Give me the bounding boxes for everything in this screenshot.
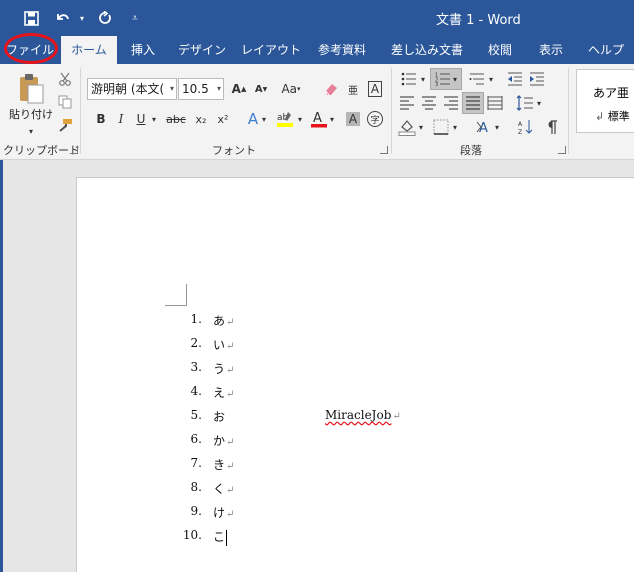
paragraph-launcher-icon[interactable]	[558, 146, 566, 154]
tab-home[interactable]: ホーム	[61, 36, 117, 64]
paragraph-mark-icon: ↵	[226, 317, 235, 328]
group-separator	[568, 68, 569, 154]
clipboard-group-label: クリップボード	[3, 144, 80, 157]
multilevel-list-icon[interactable]	[466, 68, 488, 90]
group-separator	[80, 68, 81, 154]
style-sample: あア亜	[593, 86, 630, 100]
tab-mailings[interactable]: 差し込み文書	[384, 36, 470, 64]
italic-button[interactable]: I	[110, 108, 132, 130]
change-case-button[interactable]: Aa ▾	[276, 78, 306, 100]
clear-formatting-icon[interactable]	[320, 78, 342, 100]
tab-design[interactable]: デザイン	[174, 36, 230, 64]
ribbon-tabs: ファイル ホーム 挿入 デザイン レイアウト 参考資料 差し込み文書 校閲 表示…	[0, 36, 634, 64]
shrink-font-icon[interactable]: A ▼	[250, 78, 272, 100]
paragraph-mark-icon: ↵	[226, 509, 235, 520]
tab-layout[interactable]: レイアウト	[240, 36, 302, 64]
title-bar: ▾ ⩡ 文書 1 - Word	[0, 0, 634, 36]
shading-icon[interactable]	[396, 116, 418, 138]
left-edge-accent	[0, 160, 3, 572]
undo-icon[interactable]	[50, 5, 76, 31]
font-color-dropdown-icon[interactable]: ▾	[326, 108, 338, 130]
tab-file[interactable]: ファイル	[3, 36, 57, 64]
distributed-icon[interactable]	[484, 92, 506, 114]
numbering-icon[interactable]: 123 ▾	[430, 68, 462, 90]
show-hide-marks-icon[interactable]	[540, 116, 562, 138]
customize-icon[interactable]: ⩡	[122, 5, 148, 31]
justify-icon[interactable]	[462, 92, 484, 114]
group-separator	[391, 68, 392, 154]
font-name-combo[interactable]: 游明朝 (本文(▾	[87, 78, 177, 100]
bold-button[interactable]: B	[90, 108, 112, 130]
character-border-icon[interactable]: A	[364, 78, 386, 100]
paragraph-mark-icon: ↵	[226, 437, 235, 448]
align-right-icon[interactable]	[440, 92, 462, 114]
grow-font-icon[interactable]: A ▲	[228, 78, 250, 100]
save-icon[interactable]	[18, 5, 44, 31]
tab-references[interactable]: 参考資料	[312, 36, 372, 64]
paragraph-mark-icon: ↵	[392, 411, 401, 422]
character-shading-icon[interactable]: A	[342, 108, 364, 130]
borders-dropdown-icon[interactable]: ▾	[450, 116, 460, 138]
increase-indent-icon[interactable]	[526, 68, 548, 90]
paragraph-mark-icon: ↵	[226, 341, 235, 352]
text-effects-dropdown-icon[interactable]: ▾	[258, 108, 270, 130]
highlight-color-icon[interactable]: ab	[274, 108, 296, 130]
highlight-dropdown-icon[interactable]: ▾	[294, 108, 306, 130]
svg-text:Z: Z	[518, 129, 522, 135]
paste-dropdown-icon[interactable]: ▾	[20, 120, 42, 142]
asian-layout-dropdown-icon[interactable]: ▾	[492, 116, 502, 138]
bullets-icon[interactable]	[398, 68, 420, 90]
paragraph-mark-icon: ↵	[226, 365, 235, 376]
sort-icon[interactable]: AZ	[514, 116, 536, 138]
font-group-label: フォント	[212, 144, 256, 157]
redo-icon[interactable]	[92, 5, 118, 31]
copy-icon[interactable]	[54, 91, 76, 113]
paragraph-group-label: 段落	[460, 144, 482, 157]
line-spacing-dropdown-icon[interactable]: ▾	[534, 92, 544, 114]
enclose-characters-icon[interactable]: 字	[364, 108, 386, 130]
margin-corner-mark	[165, 284, 187, 306]
paragraph-mark-icon: ↵	[226, 389, 235, 400]
style-normal[interactable]: ↲ 標準	[595, 108, 630, 124]
format-painter-icon[interactable]	[54, 114, 76, 136]
strikethrough-button[interactable]: abc	[164, 108, 188, 130]
styles-gallery[interactable]: あア亜 ↲ 標準	[576, 69, 634, 133]
tab-insert[interactable]: 挿入	[122, 36, 164, 64]
quick-access-toolbar: ▾ ⩡	[0, 0, 148, 36]
svg-text:3: 3	[435, 82, 438, 86]
borders-icon[interactable]	[430, 116, 452, 138]
subscript-button[interactable]: x₂	[190, 108, 212, 130]
paste-icon[interactable]	[14, 72, 48, 106]
ribbon: 貼り付け ▾ クリップボード 游明朝 (本文(▾ 10.5 ▾ A ▲ A ▼ Aa ▾…	[0, 64, 634, 160]
font-launcher-icon[interactable]	[380, 146, 388, 154]
tab-view[interactable]: 表示	[530, 36, 572, 64]
undo-dropdown-icon[interactable]: ▾	[76, 5, 88, 31]
paragraph-mark-icon: ↵	[226, 485, 235, 496]
tab-review[interactable]: 校閲	[480, 36, 520, 64]
miraclejob-text[interactable]: MiracleJob↵	[325, 408, 401, 422]
document-page[interactable]	[76, 177, 634, 572]
paragraph-mark-icon: ↵	[226, 461, 235, 472]
window-title: 文書 1 - Word	[436, 13, 521, 28]
tab-help[interactable]: ヘルプ	[582, 36, 630, 64]
cut-icon[interactable]	[54, 68, 76, 90]
line-spacing-icon[interactable]	[514, 92, 536, 114]
bullets-dropdown-icon[interactable]: ▾	[418, 68, 428, 90]
align-center-icon[interactable]	[418, 92, 440, 114]
underline-dropdown-icon[interactable]: ▾	[148, 108, 160, 130]
multilevel-dropdown-icon[interactable]: ▾	[486, 68, 496, 90]
shading-dropdown-icon[interactable]: ▾	[416, 116, 426, 138]
text-cursor	[226, 529, 228, 546]
font-size-combo[interactable]: 10.5 ▾	[178, 78, 224, 100]
svg-text:A: A	[518, 121, 523, 128]
superscript-button[interactable]: x²	[212, 108, 234, 130]
decrease-indent-icon[interactable]	[504, 68, 526, 90]
svg-text:A: A	[313, 111, 322, 126]
phonetic-guide-icon[interactable]: 亜	[342, 78, 364, 100]
align-left-icon[interactable]	[396, 92, 418, 114]
clipboard-launcher-icon[interactable]	[70, 146, 78, 154]
